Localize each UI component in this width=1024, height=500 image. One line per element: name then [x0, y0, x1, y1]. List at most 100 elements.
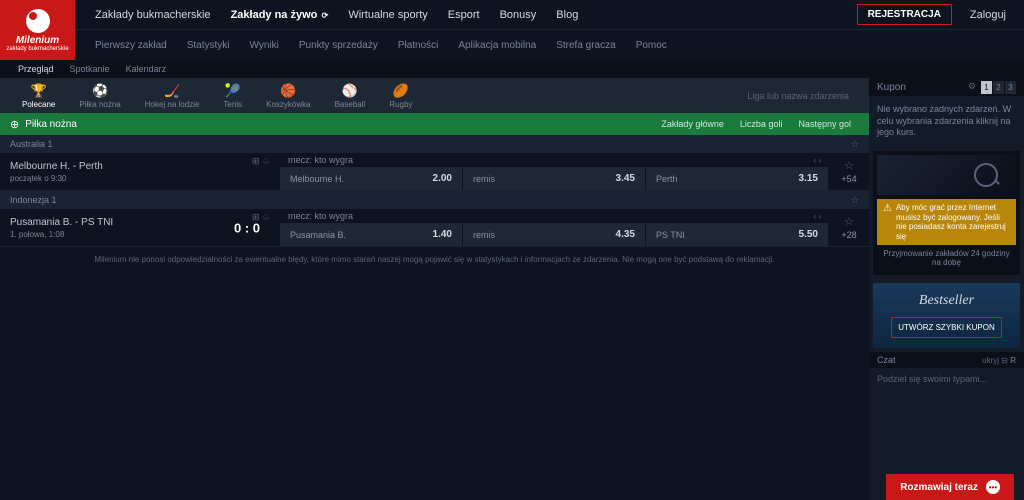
sport-baseball[interactable]: ⚾Baseball	[323, 83, 378, 109]
subnav-platnosci[interactable]: Płatności	[388, 40, 449, 51]
favorite-icon[interactable]: ☆	[844, 159, 854, 172]
chat-header: Czat ukryj ⊟ R	[869, 352, 1024, 368]
settings-icon[interactable]: ⚙	[968, 81, 976, 94]
nav-wrapper: Zakłady bukmacherskie Zakłady na żywo ⟳ …	[75, 0, 1024, 60]
subnav-statystyki[interactable]: Statystyki	[177, 40, 240, 51]
sport-basketball[interactable]: 🏀Koszykówka	[254, 83, 322, 109]
betslip-tabs: ⚙ 1 2 3	[968, 81, 1016, 94]
hockey-icon: 🏒	[164, 83, 180, 99]
nav-secondary: Pierwszy zakład Statystyki Wyniki Punkty…	[75, 30, 1024, 60]
chat-hide-button[interactable]: ukryj ⊟ R	[982, 356, 1016, 365]
disclaimer-text: Milenium nie ponosi odpowiedzialności za…	[0, 247, 869, 272]
match-markets: mecz: kto wygra‹ › Melbourne H.2.00 remi…	[280, 153, 829, 190]
tab-kalendarz[interactable]: Kalendarz	[118, 64, 175, 74]
league-header: Australia 1 ☆	[0, 135, 869, 153]
subnav-pomoc[interactable]: Pomoc	[626, 40, 677, 51]
more-markets[interactable]: +54	[841, 174, 856, 184]
favorite-icon[interactable]: ☆	[844, 215, 854, 228]
betslip-tab-1[interactable]: 1	[981, 81, 992, 94]
match-action-icons[interactable]: ⊞ ♤	[252, 212, 270, 223]
tab-spotkanie[interactable]: Spotkanie	[62, 64, 118, 74]
subnav-wyniki[interactable]: Wyniki	[240, 40, 289, 51]
warning-icon: ⚠	[883, 203, 892, 241]
outcome-home[interactable]: Pusamania B.1.40	[280, 223, 462, 246]
league-header: Indonezja 1 ☆	[0, 191, 869, 209]
league-name: Indonezja 1	[10, 195, 57, 205]
outcome-draw[interactable]: remis4.35	[463, 223, 645, 246]
subnav-aplikacja[interactable]: Aplikacja mobilna	[448, 40, 546, 51]
more-markets[interactable]: +28	[841, 230, 856, 240]
main-panel: 🏆Polecane ⚽Piłka nożna 🏒Hokej na lodzie …	[0, 78, 869, 500]
subnav-strefa[interactable]: Strefa gracza	[546, 40, 625, 51]
outcome-away[interactable]: PS TNI5.50	[646, 223, 828, 246]
nav-blog[interactable]: Blog	[546, 9, 588, 21]
betslip-title: Kupon	[877, 82, 906, 93]
sport-rugby[interactable]: 🏉Rugby	[377, 83, 424, 109]
sidebar: Kupon ⚙ 1 2 3 Nie wybrano żadnych zdarze…	[869, 78, 1024, 500]
sport-nav: 🏆Polecane ⚽Piłka nożna 🏒Hokej na lodzie …	[0, 78, 869, 113]
promo-footer: Przyjmowanie zakładów 24 godziny na dobę	[877, 245, 1016, 271]
filter-next-goal[interactable]: Następny gol	[790, 119, 859, 129]
promo-image[interactable]	[877, 155, 1016, 195]
outcome-home[interactable]: Melbourne H.2.00	[280, 167, 462, 190]
nav-virtual[interactable]: Wirtualne sporty	[338, 9, 437, 21]
filter-sport-label: Piłka nożna	[25, 119, 77, 130]
market-nav-arrows[interactable]: ‹ ›	[813, 212, 821, 221]
star-icon[interactable]: ☆	[851, 139, 859, 150]
baseball-icon: ⚾	[342, 83, 358, 99]
logo[interactable]: Milenium zakłady bukmacherskie	[0, 0, 75, 60]
match-info[interactable]: Pusamania B. - PS TNI 1. połowa, 1:08 0 …	[0, 209, 280, 246]
sport-tennis[interactable]: 🎾Tenis	[211, 83, 254, 109]
match-info[interactable]: Melbourne H. - Perth początek o 9:30 ⊞ ♤	[0, 153, 280, 190]
login-warning: ⚠ Aby móc grać przez Internet musisz być…	[877, 199, 1016, 245]
nav-live[interactable]: Zakłady na żywo ⟳	[221, 9, 339, 21]
betslip-empty-message: Nie wybrano żadnych zdarzeń. W celu wybr…	[869, 96, 1024, 147]
logo-text: Milenium	[16, 35, 59, 46]
logo-subtitle: zakłady bukmacherskie	[6, 46, 68, 52]
sport-football[interactable]: ⚽Piłka nożna	[67, 83, 132, 109]
login-button[interactable]: Zaloguj	[962, 9, 1014, 21]
nav-bonusy[interactable]: Bonusy	[490, 9, 547, 21]
football-icon: ⊕	[10, 118, 19, 131]
match-markets: mecz: kto wygra‹ › Pusamania B.1.40 remi…	[280, 209, 829, 246]
match-teams: Melbourne H. - Perth	[10, 161, 270, 172]
nav-zaklady[interactable]: Zakłady bukmacherskie	[85, 9, 221, 21]
tab-przeglad[interactable]: Przegląd	[10, 64, 62, 74]
live-indicator-icon: ⟳	[319, 11, 328, 20]
magnifier-icon	[974, 163, 998, 187]
register-button[interactable]: REJESTRACJA	[857, 4, 952, 25]
filter-main-bets[interactable]: Zakłady główne	[653, 119, 732, 129]
trophy-icon: 🏆	[31, 83, 47, 99]
betslip-tab-3[interactable]: 3	[1005, 81, 1016, 94]
market-nav-arrows[interactable]: ‹ ›	[813, 156, 821, 165]
nav-esport[interactable]: Esport	[438, 9, 490, 21]
live-chat-button[interactable]: Rozmawiaj teraz •••	[886, 474, 1014, 500]
subnav-punkty[interactable]: Punkty sprzedaży	[289, 40, 388, 51]
market-header: mecz: kto wygra‹ ›	[280, 209, 829, 223]
match-teams: Pusamania B. - PS TNI	[10, 217, 270, 228]
chat-title: Czat	[877, 355, 896, 365]
search-input[interactable]: Liga lub nazwa zdarzenia	[424, 91, 859, 101]
match-time: 1. połowa, 1:08	[10, 230, 270, 239]
logo-ball-icon	[26, 9, 50, 33]
outcome-away[interactable]: Perth3.15	[646, 167, 828, 190]
quick-coupon-button[interactable]: UTWÓRZ SZYBKI KUPON	[891, 317, 1001, 338]
sport-hockey[interactable]: 🏒Hokej na lodzie	[133, 83, 212, 109]
nav-primary: Zakłady bukmacherskie Zakłady na żywo ⟳ …	[75, 0, 1024, 30]
subnav-pierwszy[interactable]: Pierwszy zakład	[85, 40, 177, 51]
football-icon: ⚽	[92, 83, 108, 99]
sport-polecane[interactable]: 🏆Polecane	[10, 83, 67, 109]
match-time: początek o 9:30	[10, 174, 270, 183]
filter-bar: ⊕ Piłka nożna Zakłady główne Liczba goli…	[0, 113, 869, 135]
match-row: Melbourne H. - Perth początek o 9:30 ⊞ ♤…	[0, 153, 869, 191]
betslip-tab-2[interactable]: 2	[993, 81, 1004, 94]
bestseller-box: Bestseller UTWÓRZ SZYBKI KUPON	[873, 283, 1020, 348]
chat-placeholder[interactable]: Podziel się swoimi typami...	[869, 368, 1024, 390]
star-icon[interactable]: ☆	[851, 195, 859, 206]
league-name: Australia 1	[10, 139, 53, 149]
outcome-draw[interactable]: remis3.45	[463, 167, 645, 190]
filter-goals[interactable]: Liczba goli	[732, 119, 791, 129]
match-extra: ☆ +54	[829, 153, 869, 190]
match-action-icons[interactable]: ⊞ ♤	[252, 156, 270, 167]
market-header: mecz: kto wygra‹ ›	[280, 153, 829, 167]
